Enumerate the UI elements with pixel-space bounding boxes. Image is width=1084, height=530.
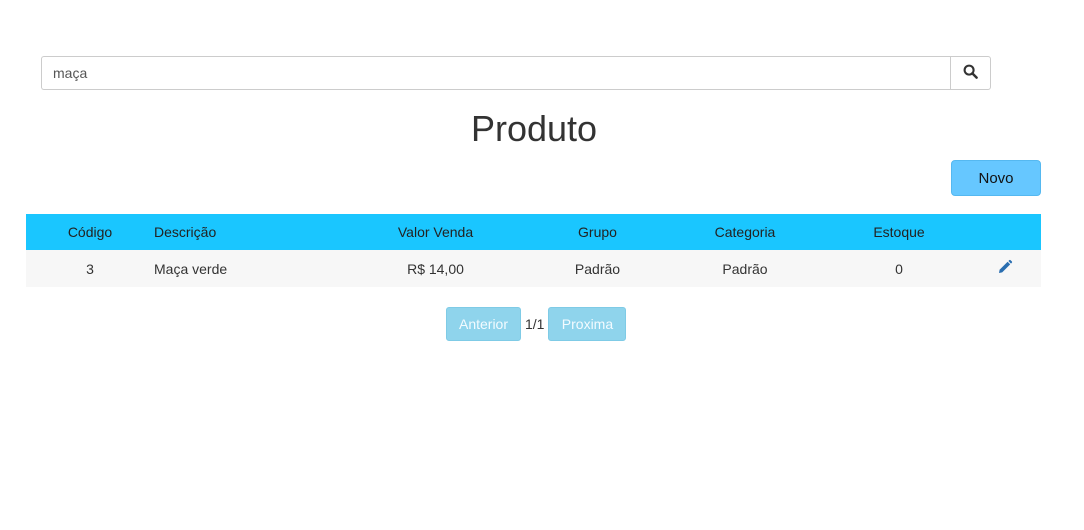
search-button[interactable] <box>950 56 991 90</box>
edit-button[interactable] <box>997 259 1013 278</box>
header-descricao: Descrição <box>154 224 217 240</box>
previous-page-button[interactable]: Anterior <box>446 307 521 341</box>
products-table: Código Descrição Valor Venda Grupo Categ… <box>26 214 1041 287</box>
header-actions <box>969 214 1041 250</box>
cell-estoque: 0 <box>895 260 903 277</box>
cell-valor-venda: R$ 14,00 <box>407 260 464 277</box>
pencil-edit-icon <box>997 259 1013 278</box>
cell-categoria: Padrão <box>722 260 768 277</box>
next-page-button[interactable]: Proxima <box>548 307 627 341</box>
search-group <box>41 56 991 90</box>
header-grupo: Grupo <box>578 224 617 240</box>
page-title: Produto <box>470 108 598 149</box>
cell-grupo: Padrão <box>574 260 621 277</box>
search-icon <box>963 64 978 82</box>
cell-actions <box>969 250 1041 287</box>
table-header-row: Código Descrição Valor Venda Grupo Categ… <box>26 214 1041 250</box>
search-input[interactable] <box>41 56 950 90</box>
cell-codigo: 3 <box>86 260 94 277</box>
header-valor-venda: Valor Venda <box>397 224 474 240</box>
new-product-button[interactable]: Novo <box>951 160 1041 196</box>
header-categoria: Categoria <box>714 224 776 240</box>
cell-descricao: Maça verde <box>154 260 228 277</box>
header-estoque: Estoque <box>873 224 925 240</box>
header-codigo: Código <box>67 224 113 240</box>
pagination: Anterior 1/1 Proxima <box>446 307 627 341</box>
page-indicator: 1/1 <box>525 316 545 332</box>
table-row: 3 Maça verde R$ 14,00 Padrão Padrão 0 <box>26 250 1041 287</box>
